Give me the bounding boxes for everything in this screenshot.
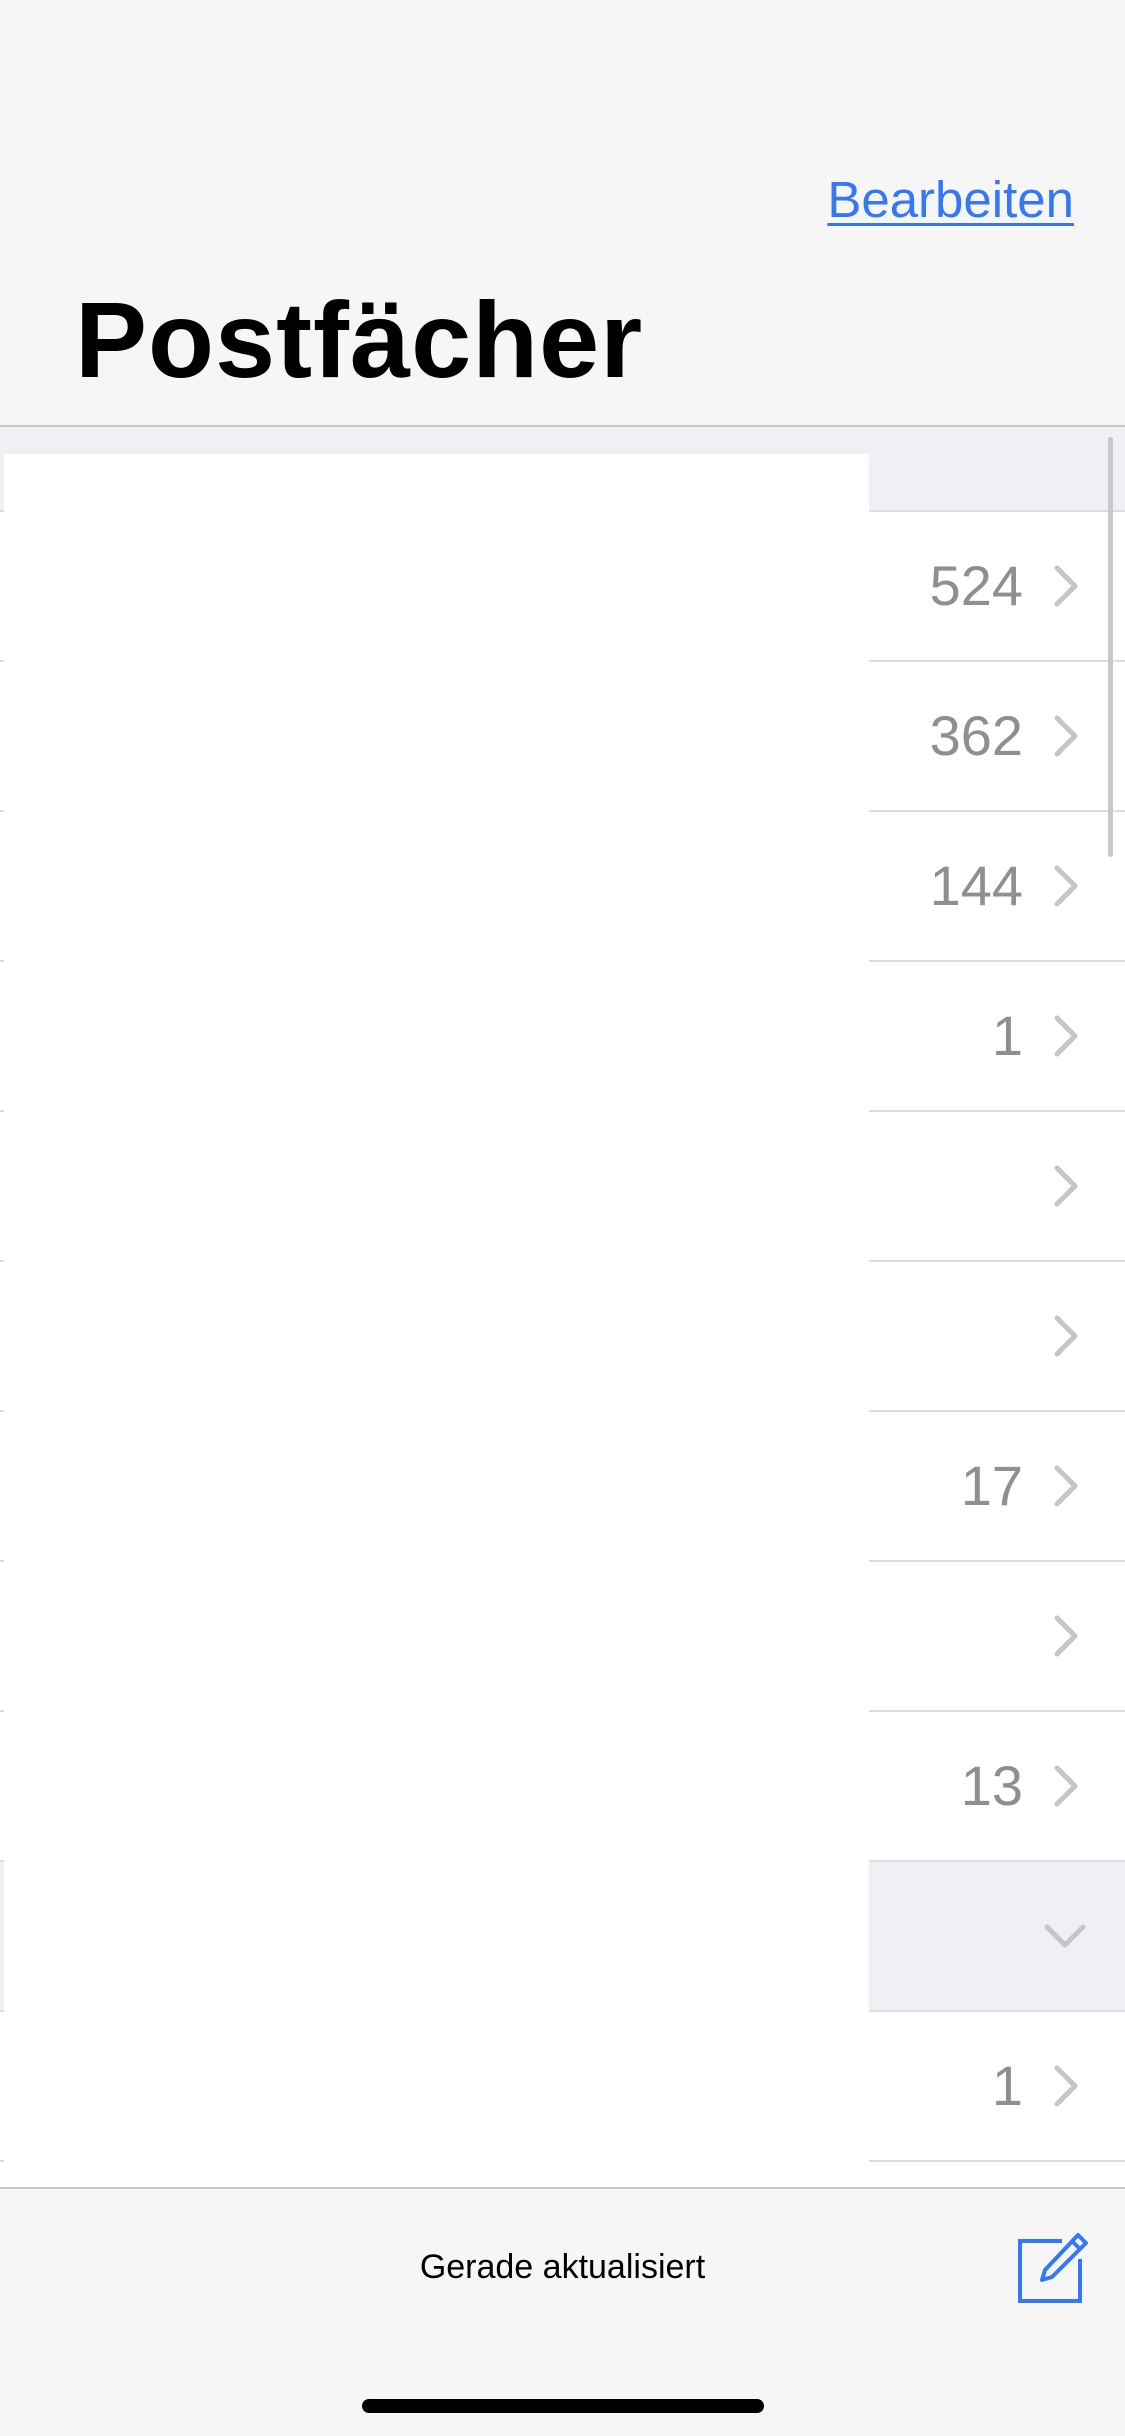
- redacted-panel: [4, 454, 869, 2187]
- compose-icon[interactable]: [1016, 2231, 1090, 2305]
- chevron-right-icon: [1054, 1765, 1078, 1807]
- page-title: Postfächer: [75, 279, 644, 400]
- chevron-right-icon: [1054, 1015, 1078, 1057]
- unread-count: 1: [991, 2054, 1023, 2117]
- scroll-indicator[interactable]: [1108, 437, 1113, 857]
- edit-button[interactable]: Bearbeiten: [827, 170, 1074, 230]
- unread-count: 362: [929, 704, 1023, 767]
- chevron-right-icon: [1054, 1615, 1078, 1657]
- chevron-right-icon: [1054, 1165, 1078, 1207]
- chevron-down-icon: [1044, 1924, 1086, 1948]
- unread-count: 1: [991, 1004, 1023, 1067]
- chevron-right-icon: [1054, 565, 1078, 607]
- home-indicator[interactable]: [362, 2399, 764, 2413]
- unread-count: 17: [960, 1454, 1023, 1517]
- navigation-header: Bearbeiten Postfächer: [0, 0, 1125, 427]
- update-status: Gerade aktualisiert: [419, 2248, 706, 2286]
- chevron-right-icon: [1054, 1315, 1078, 1357]
- chevron-right-icon: [1054, 1465, 1078, 1507]
- unread-count: 13: [960, 1754, 1023, 1817]
- chevron-right-icon: [1054, 865, 1078, 907]
- unread-count: 144: [929, 854, 1023, 917]
- chevron-right-icon: [1054, 715, 1078, 757]
- chevron-right-icon: [1054, 2065, 1078, 2107]
- unread-count: 524: [929, 554, 1023, 617]
- bottom-toolbar: Gerade aktualisiert: [0, 2187, 1125, 2436]
